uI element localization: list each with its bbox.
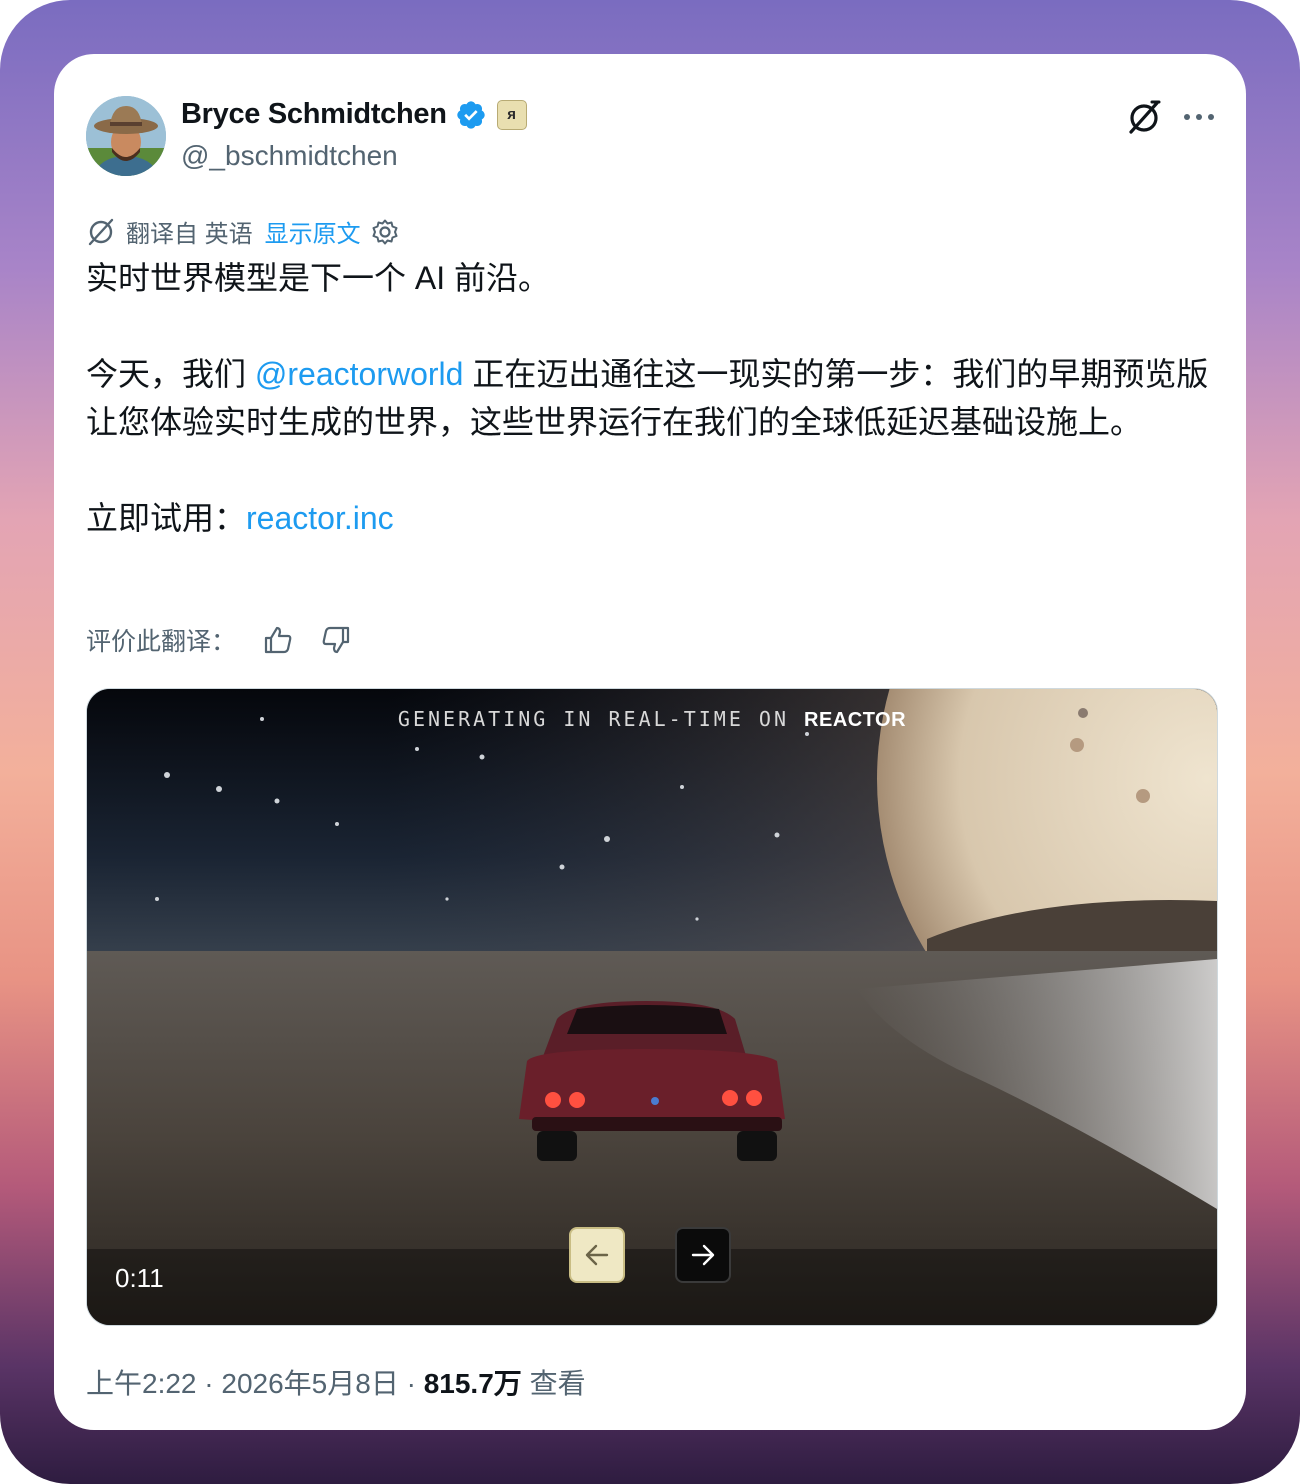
author-name[interactable]: Bryce Schmidtchen	[181, 98, 447, 131]
video-player[interactable]: GENERATING IN REAL-TIME ON REACTOR 0:11	[86, 688, 1218, 1326]
video-overlay-caption: GENERATING IN REAL-TIME ON REACTOR	[87, 707, 1217, 732]
post-time[interactable]: 上午2:22	[86, 1368, 197, 1399]
post-card: Bryce Schmidtchen ᴙ @_bschmidtchen 翻译自 英…	[54, 54, 1246, 1430]
avatar[interactable]	[86, 96, 166, 176]
try-label: 立即试用：	[86, 500, 247, 536]
translate-icon	[88, 218, 114, 245]
grok-icon[interactable]	[1124, 97, 1164, 137]
arrow-right-button	[675, 1227, 731, 1283]
background-frame: Bryce Schmidtchen ᴙ @_bschmidtchen 翻译自 英…	[0, 0, 1300, 1484]
author-handle[interactable]: @_bschmidtchen	[181, 140, 398, 172]
overlay-brand: REACTOR	[804, 709, 907, 731]
overlay-prefix: GENERATING IN REAL-TIME ON	[397, 707, 805, 731]
more-icon[interactable]	[1182, 102, 1216, 132]
views-label: 查看	[529, 1368, 586, 1399]
arrow-left-icon	[585, 1244, 609, 1266]
post-paragraph-2-start: 今天，我们	[86, 356, 255, 392]
arrow-right-icon	[691, 1244, 715, 1266]
verified-badge-icon	[457, 100, 485, 129]
post-line-1: 实时世界模型是下一个 AI 前沿。	[86, 260, 551, 296]
affiliate-badge[interactable]: ᴙ	[496, 99, 527, 130]
separator-dot: ·	[204, 1368, 222, 1399]
rate-translation: 评价此翻译：	[86, 622, 352, 658]
show-original-link[interactable]: 显示原文	[265, 214, 361, 249]
video-duration: 0:11	[115, 1263, 164, 1293]
gear-icon[interactable]	[371, 218, 399, 246]
translation-label: 翻译自 英语	[126, 221, 253, 248]
views-count: 815.7万	[423, 1368, 522, 1399]
thumbs-down-icon[interactable]	[320, 624, 352, 656]
video-frame	[87, 689, 1217, 1325]
mention-link[interactable]: @reactorworld	[255, 356, 464, 392]
post-text: 实时世界模型是下一个 AI 前沿。 今天，我们 @reactorworld 正在…	[86, 254, 1226, 542]
rate-label: 评价此翻译：	[86, 628, 237, 656]
post-date[interactable]: 2026年5月8日	[221, 1368, 398, 1399]
translation-bar: 翻译自 英语 显示原文	[86, 214, 399, 249]
website-link[interactable]: reactor.inc	[246, 500, 394, 536]
separator-dot: ·	[406, 1368, 424, 1399]
post-meta: 上午2:22 · 2026年5月8日 · 815.7万 查看	[86, 1362, 586, 1402]
thumbs-up-icon[interactable]	[262, 624, 294, 656]
arrow-left-button	[569, 1227, 625, 1283]
